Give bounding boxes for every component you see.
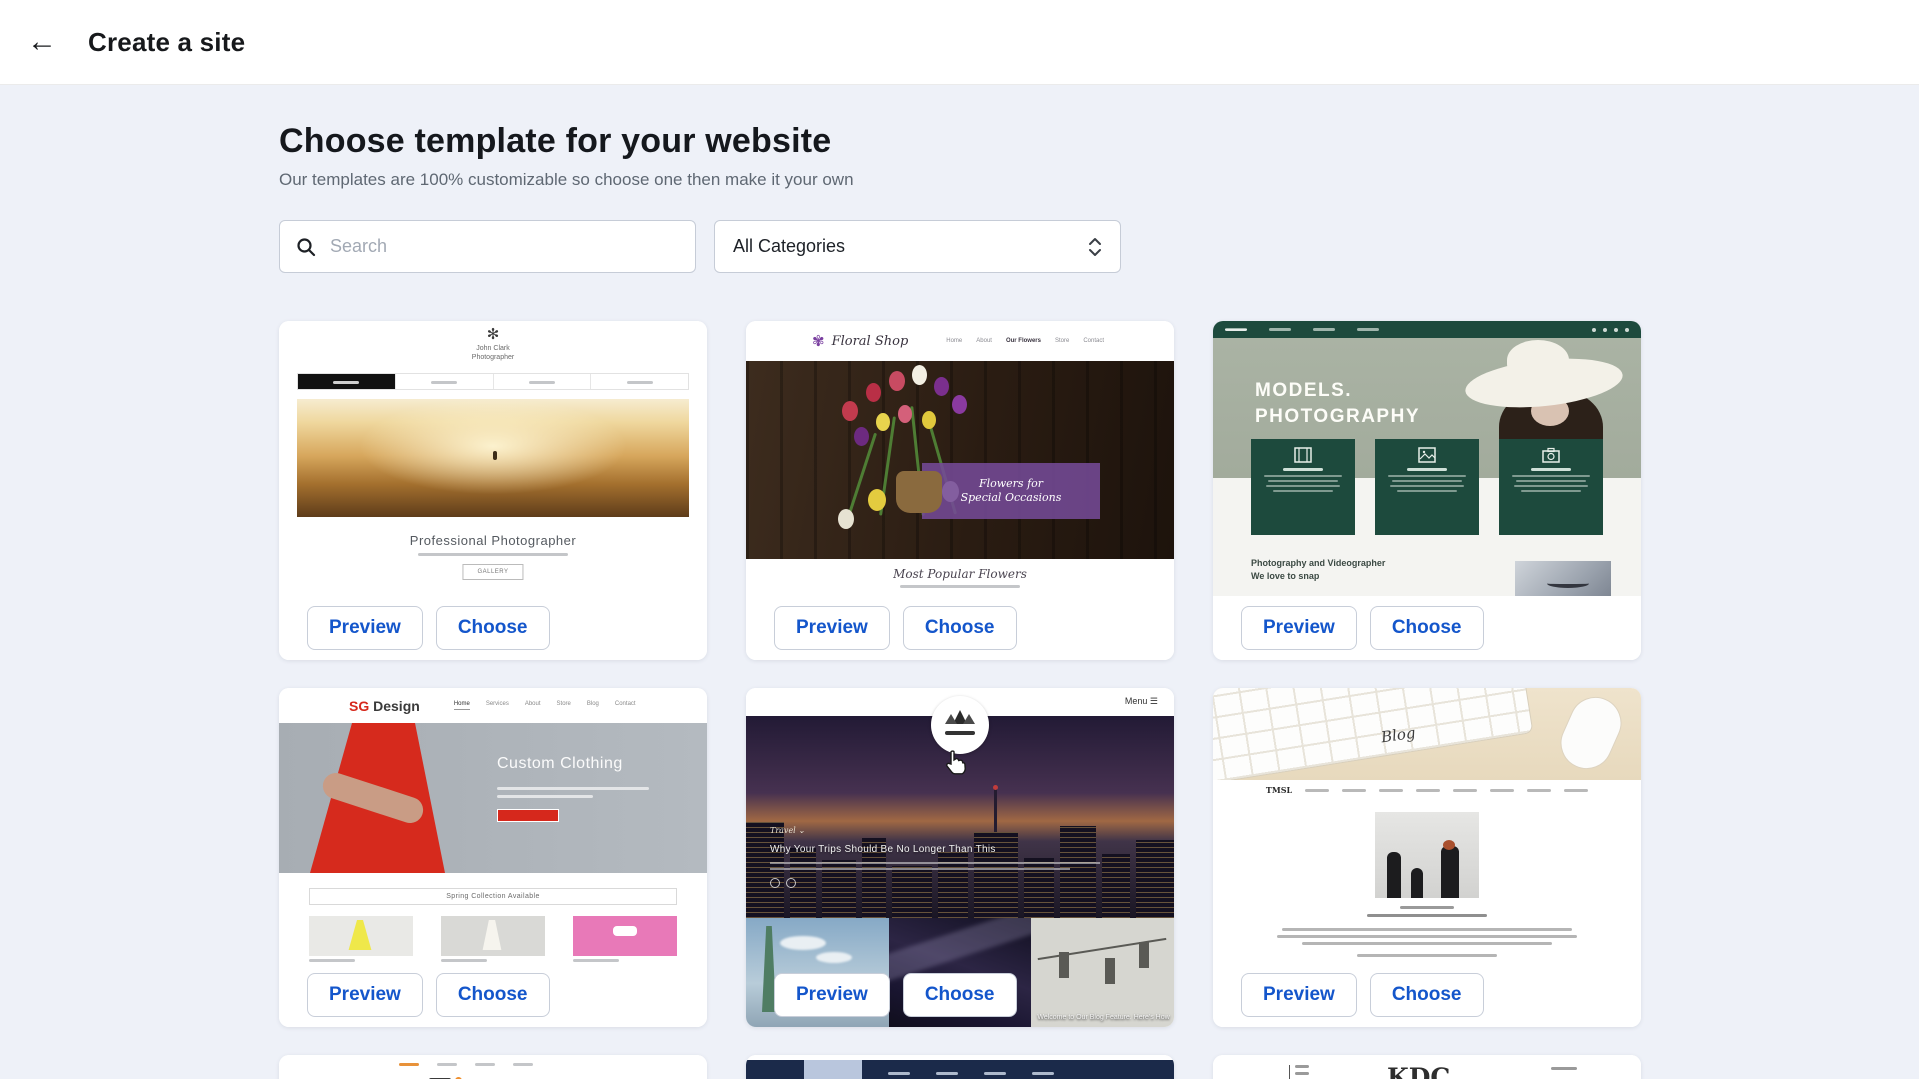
sunset-field-image	[297, 399, 689, 517]
mini-section-title: Most Popular Flowers	[746, 567, 1174, 581]
mini-hero-overlay: Flowers for Special Occasions	[922, 463, 1100, 519]
images-tile	[1375, 439, 1479, 535]
camera-icon	[1542, 447, 1560, 463]
mini-brand: Floral Shop	[832, 334, 909, 349]
mountain-icon	[945, 708, 975, 724]
page-subtitle: Our templates are 100% customizable so c…	[279, 170, 1641, 190]
template-thumbnail-blog[interactable]: Blog TMSL	[1213, 688, 1641, 963]
mini-nav	[746, 1060, 1174, 1079]
template-thumbnail-partial-left[interactable]	[279, 1055, 707, 1079]
mini-nav: Home Services About Store Blog Contact	[454, 701, 636, 710]
dress-collection-photo	[441, 916, 545, 956]
template-card-partial-left	[279, 1055, 707, 1079]
template-logo-name: John Clark	[279, 344, 707, 353]
keyboard-desk-image: Blog	[1213, 688, 1641, 780]
flower-logo-icon: ✾	[812, 332, 825, 350]
preview-button[interactable]: Preview	[1241, 606, 1357, 650]
template-thumbnail-floral-shop[interactable]: ✾ Floral Shop Home About Our Flowers Sto…	[746, 321, 1174, 596]
template-thumbnail-models-photography[interactable]: MODELS. PHOTOGRAPHY	[1213, 321, 1641, 596]
choose-button[interactable]: Choose	[1370, 973, 1484, 1017]
search-icon	[296, 237, 316, 257]
mouse-cursor-icon	[942, 750, 966, 776]
film-icon	[1294, 447, 1312, 463]
salon-photo	[1375, 812, 1479, 898]
template-card-partial-middle	[746, 1055, 1174, 1079]
preview-button[interactable]: Preview	[307, 973, 423, 1017]
template-card-partial-right: KDC	[1213, 1055, 1641, 1079]
tulip-bouquet-image: Flowers for Special Occasions	[746, 361, 1174, 559]
mountain-logo-badge	[931, 696, 989, 754]
template-thumbnail-sg-design[interactable]: SG Design Home Services About Store Blog…	[279, 688, 707, 963]
preview-button[interactable]: Preview	[774, 973, 890, 1017]
back-button[interactable]: ←	[20, 20, 64, 64]
template-card-blog: Blog TMSL	[1213, 688, 1641, 1027]
carousel-arrows	[770, 878, 796, 888]
mini-menu-label: Menu ☰	[1125, 696, 1158, 707]
mini-hero-title: Why Your Trips Should Be No Longer Than …	[770, 844, 996, 855]
mini-gallery-button: GALLERY	[462, 564, 523, 580]
template-logo-role: Photographer	[279, 353, 707, 362]
template-card-travel-blog: Menu ☰ Travel ⌄ Why Your Trips	[746, 688, 1174, 1027]
template-card-models-photography: MODELS. PHOTOGRAPHY	[1213, 321, 1641, 660]
image-icon	[1418, 447, 1436, 463]
template-thumbnail-photographer[interactable]: ✻ John Clark Photographer Professional P…	[279, 321, 707, 596]
preview-button[interactable]: Preview	[307, 606, 423, 650]
mini-nav	[297, 373, 689, 390]
choose-button[interactable]: Choose	[903, 973, 1017, 1017]
mini-thumb-caption: Welcome to Our Blog Feature. Here's How	[1037, 1014, 1169, 1021]
mini-nav: TMSL	[1213, 780, 1641, 800]
template-grid: ✻ John Clark Photographer Professional P…	[279, 321, 1641, 1079]
mini-red-button	[497, 809, 559, 822]
choose-button[interactable]: Choose	[436, 973, 550, 1017]
page-title: Choose template for your website	[279, 122, 1641, 161]
filter-controls: All Categories	[279, 220, 1641, 273]
camera-shutter-icon: ✻	[487, 325, 500, 343]
category-select[interactable]: All Categories	[714, 220, 1121, 273]
top-bar: ← Create a site	[0, 0, 1919, 84]
videography-tile	[1251, 439, 1355, 535]
template-card-photographer: ✻ John Clark Photographer Professional P…	[279, 321, 707, 660]
red-dress-image: Custom Clothing	[279, 723, 707, 873]
choose-button[interactable]: Choose	[1370, 606, 1484, 650]
search-input[interactable]	[330, 236, 679, 257]
template-card-floral-shop: ✾ Floral Shop Home About Our Flowers Sto…	[746, 321, 1174, 660]
mini-banner: Spring Collection Available	[309, 888, 677, 905]
mini-nav	[1213, 321, 1641, 338]
preview-button[interactable]: Preview	[1241, 973, 1357, 1017]
category-select-value: All Categories	[733, 236, 845, 257]
mini-heading: Professional Photographer	[279, 533, 707, 548]
preview-button[interactable]: Preview	[774, 606, 890, 650]
swim-collection-photo	[573, 916, 677, 956]
mini-nav: Home About Our Flowers Store Contact	[946, 338, 1104, 344]
template-thumbnail-partial-right[interactable]: KDC	[1213, 1055, 1641, 1079]
window-title: Create a site	[88, 27, 245, 58]
template-thumbnail-partial-middle[interactable]	[746, 1055, 1174, 1079]
choose-button[interactable]: Choose	[903, 606, 1017, 650]
template-card-sg-design: SG Design Home Services About Store Blog…	[279, 688, 707, 1027]
social-icons	[1592, 328, 1629, 332]
template-thumbnail-travel-blog[interactable]: Menu ☰ Travel ⌄ Why Your Trips	[746, 688, 1174, 1027]
choose-button[interactable]: Choose	[436, 606, 550, 650]
dress-collection-photo	[309, 916, 413, 956]
chevron-up-down-icon	[1088, 237, 1102, 257]
ski-lift-sketch: Welcome to Our Blog Feature. Here's How	[1031, 918, 1174, 1027]
photography-tile	[1499, 439, 1603, 535]
search-box[interactable]	[279, 220, 696, 273]
mini-brand: KDC	[1387, 1063, 1450, 1079]
computer-mouse-shape	[1552, 689, 1630, 778]
